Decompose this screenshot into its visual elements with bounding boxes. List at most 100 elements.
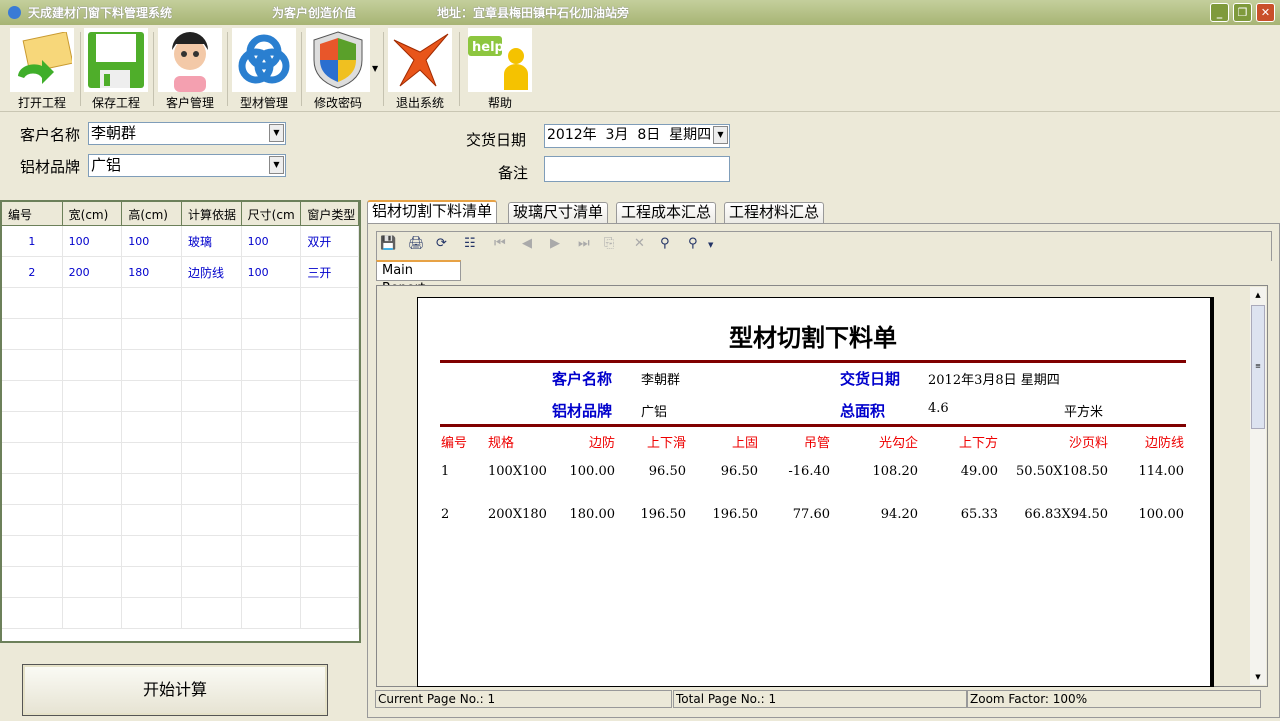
table-row[interactable] xyxy=(2,443,359,474)
grid-cell[interactable]: 双开 xyxy=(301,226,359,256)
grid-cell[interactable] xyxy=(301,381,359,411)
grid-header-cell[interactable]: 高(cm) xyxy=(122,202,182,225)
grid-cell[interactable] xyxy=(182,381,242,411)
grid-cell[interactable]: 180 xyxy=(122,257,182,287)
grid-cell[interactable] xyxy=(122,319,182,349)
grid-cell[interactable] xyxy=(182,505,242,535)
table-row[interactable] xyxy=(2,598,359,629)
grid-cell[interactable] xyxy=(2,536,63,566)
grid-header-cell[interactable]: 窗户类型 xyxy=(301,202,359,225)
grid-cell[interactable] xyxy=(242,443,302,473)
grid-cell[interactable] xyxy=(2,598,63,628)
grid-cell[interactable] xyxy=(182,567,242,597)
grid-cell[interactable] xyxy=(122,567,182,597)
table-row[interactable] xyxy=(2,350,359,381)
grid-cell[interactable] xyxy=(182,350,242,380)
stop-icon[interactable]: ✕ xyxy=(634,236,645,251)
grid-header-cell[interactable]: 宽(cm) xyxy=(63,202,123,225)
chevron-down-icon[interactable]: ▼ xyxy=(269,156,284,174)
grid-cell[interactable] xyxy=(242,288,302,318)
grid-cell[interactable] xyxy=(2,381,63,411)
table-row[interactable]: 2 200 180 边防线 100 三开 xyxy=(2,257,359,288)
window-data-grid[interactable]: 编号 宽(cm) 高(cm) 计算依据 尺寸(cm 窗户类型 1 100 100 玻璃 100 双开… xyxy=(0,200,361,643)
table-row[interactable] xyxy=(2,567,359,598)
brand-combo[interactable]: 广铝 ▼ xyxy=(88,154,286,177)
grid-cell[interactable] xyxy=(182,443,242,473)
save-project-button[interactable]: 保存工程 xyxy=(82,28,150,110)
grid-header-cell[interactable]: 尺寸(cm xyxy=(242,202,302,225)
grid-cell[interactable] xyxy=(63,474,123,504)
zoom-icon[interactable]: ⚲ xyxy=(688,236,698,251)
table-row[interactable] xyxy=(2,288,359,319)
grid-cell[interactable] xyxy=(63,319,123,349)
grid-cell[interactable] xyxy=(301,443,359,473)
grid-cell[interactable] xyxy=(301,319,359,349)
grid-cell[interactable] xyxy=(122,288,182,318)
restore-button[interactable]: ❐ xyxy=(1233,3,1252,22)
grid-cell[interactable] xyxy=(122,350,182,380)
grid-cell[interactable] xyxy=(63,288,123,318)
delivery-date-picker[interactable]: 2012年 3月 8日 星期四 ▼ xyxy=(544,124,730,148)
refresh-icon[interactable]: ⟳ xyxy=(436,236,447,251)
grid-cell[interactable] xyxy=(2,412,63,442)
grid-cell[interactable] xyxy=(301,536,359,566)
tab-2[interactable]: 玻璃尺寸清单 xyxy=(508,202,609,223)
grid-cell[interactable]: 1 xyxy=(2,226,63,256)
table-row[interactable]: 1 100 100 玻璃 100 双开 xyxy=(2,226,359,257)
zoom-dropdown-arrow[interactable]: ▼ xyxy=(708,241,713,249)
exit-system-button[interactable]: 退出系统 xyxy=(386,28,454,110)
grid-cell[interactable]: 100 xyxy=(242,257,302,287)
grid-cell[interactable] xyxy=(122,412,182,442)
grid-cell[interactable] xyxy=(242,350,302,380)
grid-cell[interactable] xyxy=(2,505,63,535)
search-icon[interactable]: ⚲ xyxy=(660,236,670,251)
last-page-icon[interactable]: ⏭ xyxy=(578,236,590,251)
grid-cell[interactable] xyxy=(301,505,359,535)
start-calculation-button[interactable]: 开始计算 xyxy=(22,664,328,716)
grid-cell[interactable] xyxy=(122,443,182,473)
table-row[interactable] xyxy=(2,536,359,567)
grid-cell[interactable] xyxy=(242,381,302,411)
change-password-button[interactable]: 修改密码 xyxy=(304,28,372,110)
tab-1[interactable]: 铝材切割下料清单 xyxy=(367,200,498,223)
open-project-button[interactable]: 打开工程 xyxy=(8,28,76,110)
grid-cell[interactable]: 边防线 xyxy=(182,257,242,287)
grid-cell[interactable] xyxy=(63,598,123,628)
grid-cell[interactable] xyxy=(122,598,182,628)
tab-4[interactable]: 工程材料汇总 xyxy=(724,202,825,223)
grid-cell[interactable] xyxy=(182,288,242,318)
table-row[interactable] xyxy=(2,412,359,443)
table-row[interactable] xyxy=(2,505,359,536)
grid-cell[interactable] xyxy=(242,536,302,566)
help-button[interactable]: help 帮助 xyxy=(466,28,534,110)
grid-cell[interactable] xyxy=(182,536,242,566)
grid-cell[interactable] xyxy=(242,567,302,597)
grid-cell[interactable] xyxy=(63,505,123,535)
grid-cell[interactable] xyxy=(63,412,123,442)
grid-cell[interactable]: 三开 xyxy=(301,257,359,287)
note-input[interactable] xyxy=(544,156,730,182)
scroll-down-button[interactable]: ▼ xyxy=(1250,669,1266,685)
main-report-tab[interactable]: Main Report xyxy=(376,260,461,296)
grid-cell[interactable] xyxy=(301,598,359,628)
grid-cell[interactable]: 2 xyxy=(2,257,63,287)
next-page-icon[interactable]: ▶ xyxy=(550,236,560,251)
grid-cell[interactable] xyxy=(63,536,123,566)
close-button[interactable]: ✕ xyxy=(1256,3,1275,22)
grid-cell[interactable] xyxy=(122,381,182,411)
grid-cell[interactable] xyxy=(242,412,302,442)
grid-cell[interactable] xyxy=(2,350,63,380)
grid-cell[interactable] xyxy=(301,474,359,504)
grid-cell[interactable]: 100 xyxy=(63,226,123,256)
prev-page-icon[interactable]: ◀ xyxy=(522,236,532,251)
scroll-up-button[interactable]: ▲ xyxy=(1250,287,1266,303)
tree-icon[interactable]: ☷ xyxy=(464,236,476,251)
grid-cell[interactable] xyxy=(301,567,359,597)
grid-cell[interactable] xyxy=(301,288,359,318)
first-page-icon[interactable]: ⏮ xyxy=(494,236,506,251)
vertical-scrollbar[interactable]: ▲ ≡ ▼ xyxy=(1250,287,1266,685)
grid-cell[interactable] xyxy=(2,288,63,318)
grid-cell[interactable] xyxy=(242,598,302,628)
grid-cell[interactable] xyxy=(301,412,359,442)
grid-cell[interactable] xyxy=(182,474,242,504)
